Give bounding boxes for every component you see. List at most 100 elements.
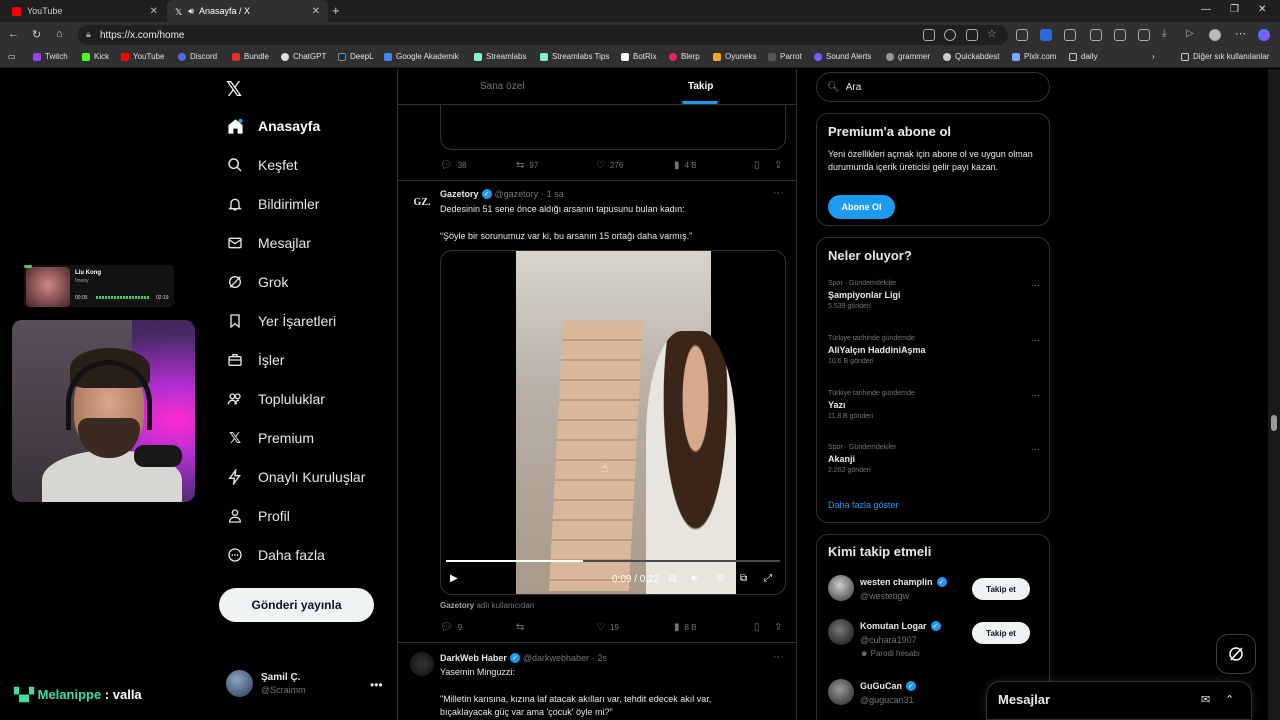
reply-button[interactable]: 💬︎ 9 <box>440 622 462 633</box>
trend-item[interactable]: Türkiye tarihinde gündemde AliYalçın Had… <box>828 335 1040 365</box>
new-tab-button[interactable]: + <box>332 3 340 18</box>
nav-more[interactable]: Daha fazla <box>226 546 325 564</box>
read-aloud-icon[interactable] <box>966 29 978 41</box>
follow-button[interactable]: Takip et <box>972 622 1030 644</box>
repost-button[interactable]: ⇆ <box>516 622 529 633</box>
post-button[interactable]: Gönderi yayınla <box>219 588 374 622</box>
bookmark-streamlabs-tips[interactable]: Streamlabs Tips <box>540 52 609 61</box>
like-button[interactable]: ♡ 19 <box>596 622 619 633</box>
nav-home[interactable]: Anasayfa <box>226 117 320 135</box>
download-icon[interactable]: ⤓ <box>1162 28 1174 40</box>
messages-drawer[interactable]: Mesajlar ✉ ⌃ <box>986 681 1252 720</box>
captions-icon[interactable]: ▤ <box>668 573 677 584</box>
bookmark-tweet-icon[interactable]: ▯ <box>754 160 765 171</box>
bookmark-parrot[interactable]: Parrot <box>768 52 802 61</box>
favorites-icon[interactable] <box>1114 29 1126 41</box>
extension-icon[interactable] <box>1040 29 1052 41</box>
follow-button[interactable]: Takip et <box>972 578 1030 600</box>
tweet-more-icon[interactable]: ··· <box>773 651 784 663</box>
new-message-icon[interactable]: ✉ <box>1201 693 1210 706</box>
close-tab-icon[interactable]: ✕ <box>150 6 158 17</box>
extension-icon[interactable] <box>1016 29 1028 41</box>
bookmark-pixlr[interactable]: Pixlr.com <box>1012 52 1056 61</box>
bookmark-grammer[interactable]: grammer <box>886 52 930 61</box>
bookmark-menu-icon[interactable]: ▭ <box>8 52 16 61</box>
tweet-video[interactable]: ▶ 0:09 / 0:22 ▤ 🔊︎ ⚙ ⧉ ⤢ <box>440 250 786 595</box>
bookmark-quickabdest[interactable]: Quickabdest <box>943 52 999 61</box>
nav-explore[interactable]: Keşfet <box>226 156 298 174</box>
bookmark-tweet-icon[interactable]: ▯ <box>754 622 765 633</box>
maximize-icon[interactable]: ❐ <box>1230 4 1239 15</box>
bookmark-twitch[interactable]: Twitch <box>33 52 68 61</box>
settings-gear-icon[interactable]: ⚙ <box>716 573 725 584</box>
bookmark-chatgpt[interactable]: ChatGPT <box>281 52 326 61</box>
search-input[interactable]: 🔍︎ Ara <box>816 72 1050 102</box>
tab-youtube[interactable]: YouTube ✕ <box>4 0 166 22</box>
play-icon[interactable]: ▶ <box>450 573 458 584</box>
tweet-more-icon[interactable]: ··· <box>773 187 784 199</box>
bookmark-deepl[interactable]: DeepL <box>338 52 374 61</box>
author-name[interactable]: DarkWeb Haber <box>440 653 507 663</box>
bookmark-youtube[interactable]: YouTube <box>121 52 164 61</box>
subscribe-button[interactable]: Abone Ol <box>828 195 895 219</box>
tab-for-you[interactable]: Sana özel <box>480 81 524 92</box>
bookmark-google-akademik[interactable]: Google Akademik <box>384 52 459 61</box>
nav-profile[interactable]: Profil <box>226 507 290 525</box>
collapse-chevron-icon[interactable]: ⌃ <box>1225 693 1234 706</box>
nav-verified-orgs[interactable]: Onaylı Kuruluşlar <box>226 468 365 486</box>
avatar[interactable]: GZ. <box>410 190 434 214</box>
reload-icon[interactable]: ↻ <box>32 28 41 41</box>
split-screen-icon[interactable] <box>1090 29 1102 41</box>
home-button-icon[interactable]: ⌂ <box>56 28 63 40</box>
account-more-icon[interactable]: ••• <box>370 678 383 692</box>
bookmark-streamlabs[interactable]: Streamlabs <box>474 52 526 61</box>
account-switcher[interactable]: Şamil Ç. @Scraimm <box>226 670 306 697</box>
picture-in-picture-icon[interactable]: ⧉ <box>740 573 747 584</box>
bookmark-kick[interactable]: Kick <box>82 52 109 61</box>
volume-icon[interactable]: 🔊︎ <box>691 573 697 584</box>
nav-jobs[interactable]: İşler <box>226 351 284 369</box>
views-button[interactable]: ▮ 4 B <box>674 160 697 171</box>
views-button[interactable]: ▮ 8 B <box>674 622 697 633</box>
nav-premium[interactable]: 𝕏 Premium <box>226 429 314 447</box>
trend-more-icon[interactable]: ··· <box>1031 335 1040 345</box>
copilot-icon[interactable] <box>1258 29 1270 41</box>
author-name[interactable]: Gazetory <box>440 189 479 199</box>
trend-more-icon[interactable]: ··· <box>1031 444 1040 454</box>
chevron-right-icon[interactable]: › <box>1152 52 1155 61</box>
follow-suggestion[interactable]: Komutan Logar ✓ @cuhara1907 ☻ Parodi hesa… <box>828 619 1040 659</box>
video-progress-bar[interactable] <box>446 560 780 562</box>
bookmark-bundle[interactable]: Bundle <box>232 52 269 61</box>
collections-icon[interactable] <box>1138 29 1150 41</box>
profile-avatar-icon[interactable] <box>1209 29 1221 41</box>
bookmark-discord[interactable]: Discord <box>178 52 217 61</box>
bookmark-sound-alerts[interactable]: Sound Alerts <box>814 52 871 61</box>
nav-communities[interactable]: Topluluklar <box>226 390 325 408</box>
x-logo-icon[interactable]: 𝕏 <box>226 77 242 102</box>
nav-notifications[interactable]: Bildirimler <box>226 195 319 213</box>
url-field[interactable]: 🔒︎ https://x.com/home <box>78 25 1008 45</box>
follow-suggestion[interactable]: westen champlin ✓ @westengw Takip et <box>828 575 1040 615</box>
author-handle[interactable]: @darkwebhaber <box>523 653 589 663</box>
trend-item[interactable]: Türkiye tarihinde gündemde Yazı 11,8 B g… <box>828 390 1040 420</box>
repost-button[interactable]: ⇆ 97 <box>516 160 538 171</box>
media-icon[interactable]: ▷ <box>1186 28 1198 40</box>
trend-item[interactable]: Spor · Gündemdekiler Akanji 2.262 gönder… <box>828 444 1040 474</box>
author-handle[interactable]: @gazetory <box>495 189 539 199</box>
bookmark-botrix[interactable]: BotRix <box>621 52 657 61</box>
extension-icon[interactable] <box>1064 29 1076 41</box>
bookmark-oyuneks[interactable]: Oyuneks <box>713 52 757 61</box>
grok-fab-icon[interactable] <box>1216 634 1256 674</box>
bookmark-other-folder[interactable]: Diğer sık kullanılanlar <box>1181 52 1269 61</box>
menu-dots-icon[interactable]: ⋯ <box>1235 27 1246 40</box>
scrollbar[interactable] <box>1268 69 1280 720</box>
show-more-link[interactable]: Daha fazla göster <box>828 500 899 510</box>
share-icon[interactable]: ⇪ <box>774 160 787 171</box>
favorite-star-icon[interactable]: ☆ <box>987 27 999 40</box>
close-tab-icon[interactable]: ✕ <box>312 6 320 17</box>
scrollbar-thumb[interactable] <box>1271 415 1277 431</box>
nav-bookmarks[interactable]: Yer İşaretleri <box>226 312 336 330</box>
tracking-icon[interactable] <box>944 29 956 41</box>
tab-following[interactable]: Takip <box>688 81 713 92</box>
bookmark-blerp[interactable]: Blerp <box>669 52 700 61</box>
